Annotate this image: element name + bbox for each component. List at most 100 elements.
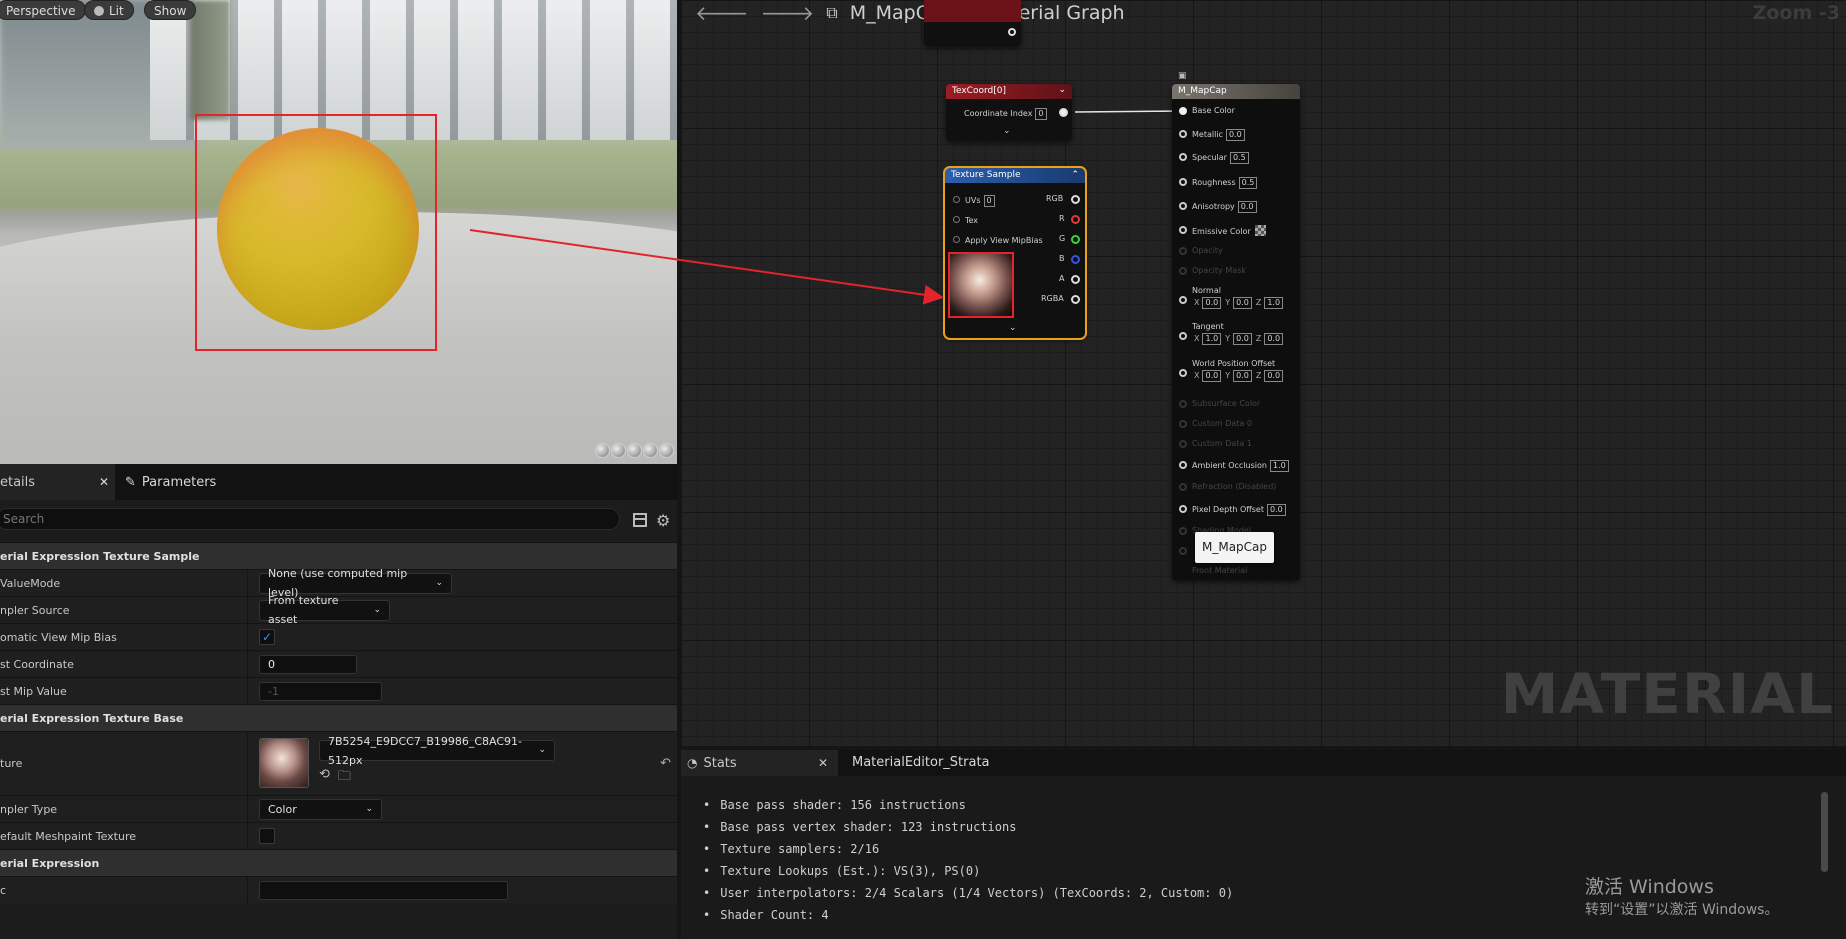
property-label: efault Meshpaint Texture [0,823,248,849]
pin-label: Ambient Occlusion 1.0 [1192,460,1289,472]
pin-label: Refraction (Disabled) [1192,482,1277,491]
tab-details-label: etails [0,474,36,490]
pin-label: World Position Offset [1192,359,1276,368]
table-view-icon[interactable] [633,513,647,527]
property-row-texture: ture 7B5254_E9DCC7_B19986_C8AC91-512px ⌄ … [0,731,677,795]
cube-icon[interactable] [643,443,658,458]
lit-icon [94,6,104,16]
material-graph-canvas[interactable]: 🡐 🡒 ⧉ M_MapCap › Material Graph Zoom -3 … [681,0,1846,746]
material-node-icon: ▣ [1178,71,1187,81]
output-pin-a[interactable] [1071,275,1080,284]
input-pin-front-material [1179,547,1187,555]
input-pin-normal[interactable] [1179,296,1187,304]
property-row: npler Type Color ⌄ [0,795,677,822]
property-row: st Mip Value -1 [0,677,677,704]
const-mip-value-field: -1 [259,681,382,701]
input-pin-specular[interactable] [1179,153,1187,161]
close-icon[interactable]: ✕ [99,475,109,489]
texture-asset-picker[interactable]: 7B5254_E9DCC7_B19986_C8AC91-512px ⌄ [319,735,555,767]
tab-details[interactable]: etails ✕ [0,464,115,500]
default-meshpaint-checkbox[interactable] [259,828,275,844]
input-pin-metallic[interactable] [1179,130,1187,138]
cylinder-icon[interactable] [595,443,610,458]
sampler-type-dropdown[interactable]: Color ⌄ [259,798,382,820]
perspective-button[interactable]: Perspective [0,0,86,20]
input-pin-world-position-offset[interactable] [1179,369,1187,377]
output-label-rgba: RGBA [1041,294,1064,303]
property-label: npler Source [0,597,248,623]
input-pin-uvs[interactable] [953,196,960,203]
collapse-icon[interactable]: ⌄ [1009,323,1017,333]
pin-label: Specular 0.5 [1192,152,1249,164]
pin-label: Emissive Color [1192,225,1266,236]
tab-stats[interactable]: ◔ Stats ✕ [681,750,838,776]
list-item: Texture samplers: 2/16 [703,838,1233,860]
normal-vector-fields[interactable]: X 0.0 Y 0.0 Z 1.0 [1190,297,1284,309]
teapot-icon[interactable] [659,443,674,458]
pin-label: Custom Data 0 [1192,419,1252,428]
node-texture-sample[interactable]: Texture Sample ⌃ UVs 0 Tex Apply View Mip… [943,166,1087,340]
texture-thumbnail[interactable] [259,738,309,788]
input-pin-tangent[interactable] [1179,332,1187,340]
tab-stats-label: Stats [703,755,737,771]
preview-shape-toolbar [595,443,674,458]
tab-materialeditor-strata[interactable]: MaterialEditor_Strata [838,750,990,776]
pin-label: Anisotropy 0.0 [1192,201,1257,213]
desc-field[interactable] [259,880,508,900]
search-input[interactable] [0,508,620,530]
annotation-highlight-box [195,114,437,351]
pin-label: Custom Data 1 [1192,439,1252,448]
stats-icon: ◔ [687,756,698,770]
input-pin-base-color[interactable] [1179,107,1187,115]
search-row: ⚙ [0,500,677,542]
tab-parameters-label: Parameters [141,474,217,490]
node-tooltip: M_MapCap [1195,532,1274,563]
output-pin-g[interactable] [1071,235,1080,244]
show-button[interactable]: Show [144,0,197,20]
const-coordinate-field[interactable]: 0 [259,654,357,674]
plane-icon[interactable] [627,443,642,458]
checker-swatch-icon[interactable] [1254,225,1266,236]
output-pin-r[interactable] [1071,215,1080,224]
sphere-icon[interactable] [611,443,626,458]
stats-scrollbar[interactable] [1821,792,1828,872]
tab-parameters[interactable]: ✎ Parameters [115,475,216,490]
list-item: Base pass vertex shader: 123 instruction… [703,816,1233,838]
auto-view-mip-bias-checkbox[interactable]: ✓ [259,629,275,645]
close-icon[interactable]: ✕ [818,756,828,770]
output-label-b: B [1059,254,1065,263]
texture-preview-thumbnail[interactable] [948,252,1014,318]
section-material-expression[interactable]: erial Expression [0,849,677,876]
sampler-source-dropdown[interactable]: From texture asset ⌄ [259,594,390,626]
input-pin-roughness[interactable] [1179,178,1187,186]
property-label: omatic View Mip Bias [0,624,248,650]
output-pin-rgb[interactable] [1071,195,1080,204]
property-label: ture [0,732,248,795]
gear-icon[interactable]: ⚙ [656,511,670,530]
material-editor-window: Perspective Lit Show etails ✕ ✎ Paramete… [0,0,1846,939]
input-pin-refraction [1179,483,1187,491]
use-selected-icon[interactable]: ⟲ [319,767,330,789]
input-pin-anisotropy[interactable] [1179,202,1187,210]
tangent-vector-fields[interactable]: X 1.0 Y 0.0 Z 0.0 [1190,333,1284,345]
input-label-uvs: UVs 0 [965,195,995,207]
output-pin-rgba[interactable] [1071,295,1080,304]
input-pin-mipbias[interactable] [953,236,960,243]
property-row: npler Source From texture asset ⌄ [0,594,677,626]
input-pin-emissive[interactable] [1179,226,1187,234]
property-row: c [0,876,677,903]
section-texture-base[interactable]: erial Expression Texture Base [0,704,677,731]
lit-button[interactable]: Lit [84,0,134,20]
chevron-up-icon[interactable]: ⌃ [1071,170,1079,180]
input-pin-pixel-depth-offset[interactable] [1179,505,1187,513]
input-pin-tex[interactable] [953,216,960,223]
property-label: ValueMode [0,570,248,596]
preview-viewport[interactable]: Perspective Lit Show [0,0,677,464]
wpo-vector-fields[interactable]: X 0.0 Y 0.0 Z 0.0 [1190,370,1284,382]
details-panel: etails ✕ ✎ Parameters ⚙ erial Expression… [0,464,677,939]
input-pin-ambient-occlusion[interactable] [1179,461,1187,469]
browse-asset-icon[interactable]: 🗀 [338,767,351,789]
output-pin-b[interactable] [1071,255,1080,264]
activation-subtitle: 转到“设置”以激活 Windows。 [1585,902,1779,918]
reset-to-default-icon[interactable]: ↶ [660,756,671,771]
